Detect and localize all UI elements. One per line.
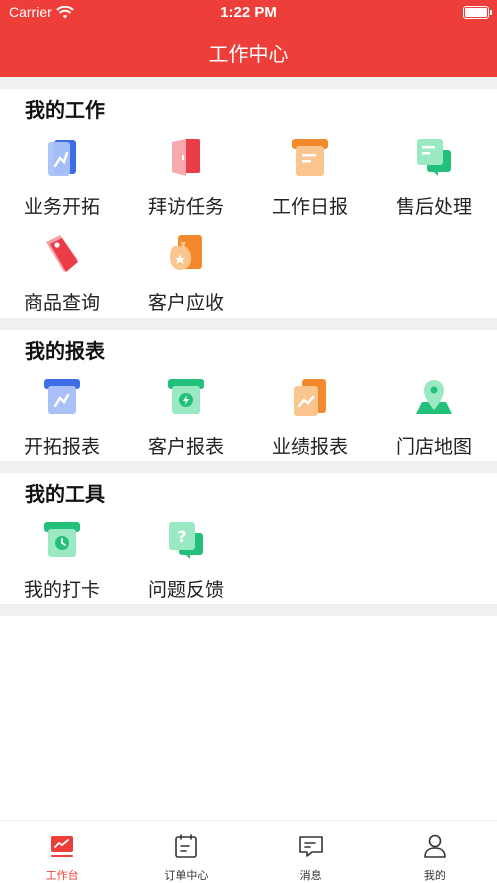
store-map-icon [416, 380, 452, 414]
clock-in-icon [44, 522, 80, 557]
grid-item-label: 问题反馈 [147, 579, 224, 601]
grid-item-store-map[interactable]: 门店地图 [372, 376, 496, 459]
tab-order-center[interactable]: 订单中心 [124, 821, 248, 883]
grid-item-label: 客户报表 [147, 436, 224, 458]
business-expansion-icon [48, 140, 76, 176]
grid-item-customer-receivable[interactable]: 客户应收 [124, 232, 248, 315]
grid-item-label: 门店地图 [395, 436, 472, 458]
grid-item-label: 售后处理 [395, 196, 472, 218]
product-tag-icon [46, 235, 78, 272]
grid-item-daily-report[interactable]: 工作日报 [248, 136, 372, 219]
money-bag-icon [170, 235, 202, 270]
daily-report-icon [292, 139, 328, 176]
section-title-my-reports: 我的报表 [25, 339, 105, 363]
grid-item-label: 开拓报表 [23, 436, 100, 458]
tab-profile[interactable]: 我的 [373, 821, 497, 883]
grid-item-after-sales[interactable]: 售后处理 [372, 136, 496, 219]
svg-text:?: ? [177, 527, 186, 546]
battery-icon [463, 6, 492, 19]
tab-dashboard[interactable]: 工作台 [0, 821, 124, 883]
tab-label: 订单中心 [164, 869, 209, 882]
grid-item-label: 业绩报表 [271, 436, 348, 458]
message-icon [298, 836, 323, 857]
grid-item-label: 我的打卡 [23, 579, 100, 601]
performance-report-icon [294, 379, 326, 416]
section-divider [0, 461, 497, 473]
grid-item-expansion-report[interactable]: 开拓报表 [0, 376, 124, 459]
expansion-report-icon [44, 379, 80, 414]
tab-messages[interactable]: 消息 [249, 821, 373, 883]
header: Carrier 1:22 PM 工作中心 [0, 0, 497, 77]
after-sales-icon [417, 139, 451, 176]
feedback-icon: ? [169, 522, 203, 559]
grid-item-business-expansion[interactable]: 业务开拓 [0, 136, 124, 219]
grid-item-clock-in[interactable]: 我的打卡 [0, 519, 124, 602]
grid-item-product-query[interactable]: 商品查询 [0, 232, 124, 315]
page-title: 工作中心 [208, 42, 289, 66]
section-divider [0, 604, 497, 616]
bottom-tab-bar: 工作台 订单中心 消息 我的 [0, 820, 497, 883]
customer-report-icon [168, 379, 204, 414]
section-title-my-work: 我的工作 [25, 98, 105, 122]
status-bar: Carrier 1:22 PM [0, 0, 497, 26]
profile-icon [424, 834, 446, 858]
order-center-icon [175, 834, 198, 858]
status-time: 1:22 PM [220, 4, 277, 21]
tab-label: 我的 [423, 869, 446, 882]
section-title-my-tools: 我的工具 [25, 482, 105, 506]
grid-item-visit-task[interactable]: 拜访任务 [124, 136, 248, 219]
visit-task-icon [172, 139, 200, 176]
grid-item-label: 业务开拓 [23, 196, 100, 218]
section-divider [0, 318, 497, 330]
grid-item-label: 商品查询 [23, 292, 100, 314]
tab-label: 工作台 [45, 869, 79, 882]
dashboard-icon [51, 836, 74, 857]
section-divider [0, 77, 497, 89]
grid-item-label: 工作日报 [271, 196, 348, 218]
grid-item-label: 拜访任务 [147, 196, 224, 218]
tab-label: 消息 [299, 869, 322, 882]
grid-item-customer-report[interactable]: 客户报表 [124, 376, 248, 459]
grid-item-feedback[interactable]: ? 问题反馈 [124, 519, 248, 602]
grid-item-label: 客户应收 [147, 292, 224, 314]
grid-item-performance-report[interactable]: 业绩报表 [248, 376, 372, 459]
